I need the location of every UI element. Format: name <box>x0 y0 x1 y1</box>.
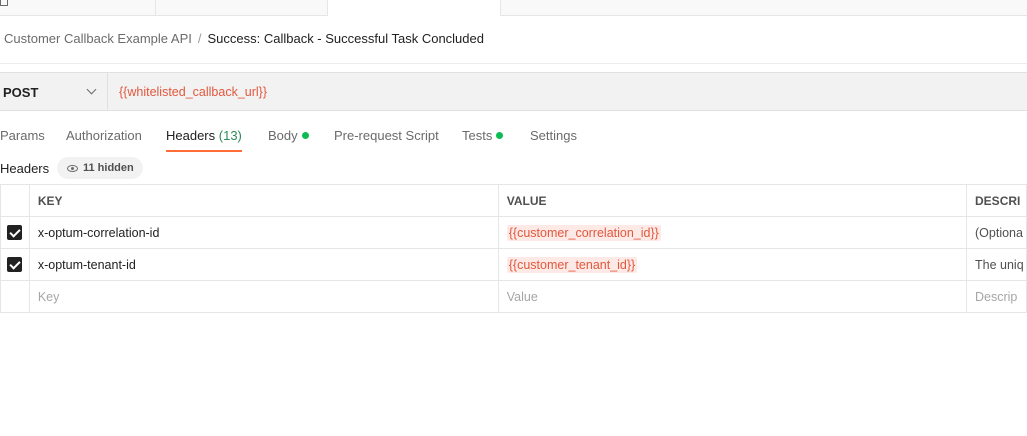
value-input[interactable]: Value <box>497 280 968 313</box>
active-tab-underline <box>166 150 242 152</box>
tab-label: Headers <box>166 128 216 143</box>
breadcrumb: Customer Callback Example API / Success: C… <box>4 31 484 46</box>
column-header-key: KEY <box>28 184 499 217</box>
tab-label: Body <box>268 128 298 143</box>
value-cell[interactable]: {{customer_correlation_id}} <box>497 216 968 249</box>
tab-label: Authorization <box>66 128 142 143</box>
tab-label: Settings <box>530 128 577 143</box>
tab-params[interactable]: Params <box>0 128 45 152</box>
method-select[interactable]: POST <box>0 73 108 110</box>
chevron-down-icon <box>86 84 97 95</box>
divider <box>0 63 1027 64</box>
headers-table: KEY VALUE DESCRI x-optum-correlation-id … <box>0 184 1027 313</box>
variable-value: {{customer_tenant_id}} <box>506 256 638 273</box>
value-cell[interactable]: {{customer_tenant_id}} <box>497 248 968 281</box>
checkbox-column-header <box>0 184 30 217</box>
table-row: x-optum-tenant-id {{customer_tenant_id}}… <box>0 248 1027 281</box>
status-dot-icon <box>301 132 309 139</box>
hidden-count: 11 hidden <box>83 162 134 174</box>
eye-icon <box>67 165 78 172</box>
request-tab[interactable] <box>0 0 156 15</box>
status-dot-icon <box>496 132 504 139</box>
key-input[interactable]: Key <box>28 280 499 313</box>
request-tab-strip <box>0 0 1027 16</box>
tab-body[interactable]: Body <box>268 128 309 152</box>
request-tab-active[interactable] <box>327 0 501 16</box>
row-checkbox[interactable] <box>7 225 23 241</box>
tab-authorization[interactable]: Authorization <box>66 128 142 152</box>
headers-count: (13) <box>218 128 242 143</box>
tab-tests[interactable]: Tests <box>462 128 504 152</box>
row-checkbox-cell <box>0 248 30 281</box>
breadcrumb-separator: / <box>197 31 202 46</box>
tab-headers[interactable]: Headers (13) <box>166 128 242 152</box>
headers-section-label: Headers <box>0 161 50 176</box>
collection-icon <box>0 0 8 6</box>
tab-label: Tests <box>462 128 493 143</box>
breadcrumb-request-name[interactable]: Success: Callback - Successful Task Conc… <box>207 31 484 46</box>
description-input[interactable]: Descrip <box>966 280 1027 313</box>
url-bar: POST {{whitelisted_callback_url}} <box>0 72 1027 111</box>
request-tab[interactable] <box>155 0 328 15</box>
tab-settings[interactable]: Settings <box>530 128 577 152</box>
method-label: POST <box>3 85 39 100</box>
row-checkbox[interactable] <box>7 257 23 273</box>
tab-pre-request-script[interactable]: Pre-request Script <box>334 128 439 152</box>
tab-label: Params <box>0 128 45 143</box>
variable-value: {{customer_correlation_id}} <box>506 224 661 241</box>
key-cell[interactable]: x-optum-tenant-id <box>28 248 499 281</box>
table-header-row: KEY VALUE DESCRI <box>0 184 1027 217</box>
table-row-new: Key Value Descrip <box>0 280 1027 313</box>
column-header-value: VALUE <box>497 184 968 217</box>
empty-checkbox-cell <box>0 280 30 313</box>
hidden-headers-toggle[interactable]: 11 hidden <box>57 157 143 179</box>
key-cell[interactable]: x-optum-correlation-id <box>28 216 499 249</box>
description-cell[interactable]: The uniq <box>966 248 1027 281</box>
table-row: x-optum-correlation-id {{customer_correl… <box>0 216 1027 249</box>
row-checkbox-cell <box>0 216 30 249</box>
breadcrumb-collection[interactable]: Customer Callback Example API <box>4 31 192 46</box>
tab-label: Pre-request Script <box>334 128 439 143</box>
url-input[interactable]: {{whitelisted_callback_url}} <box>119 85 267 99</box>
description-cell[interactable]: (Optiona <box>966 216 1027 249</box>
column-header-description: DESCRI <box>966 184 1027 217</box>
